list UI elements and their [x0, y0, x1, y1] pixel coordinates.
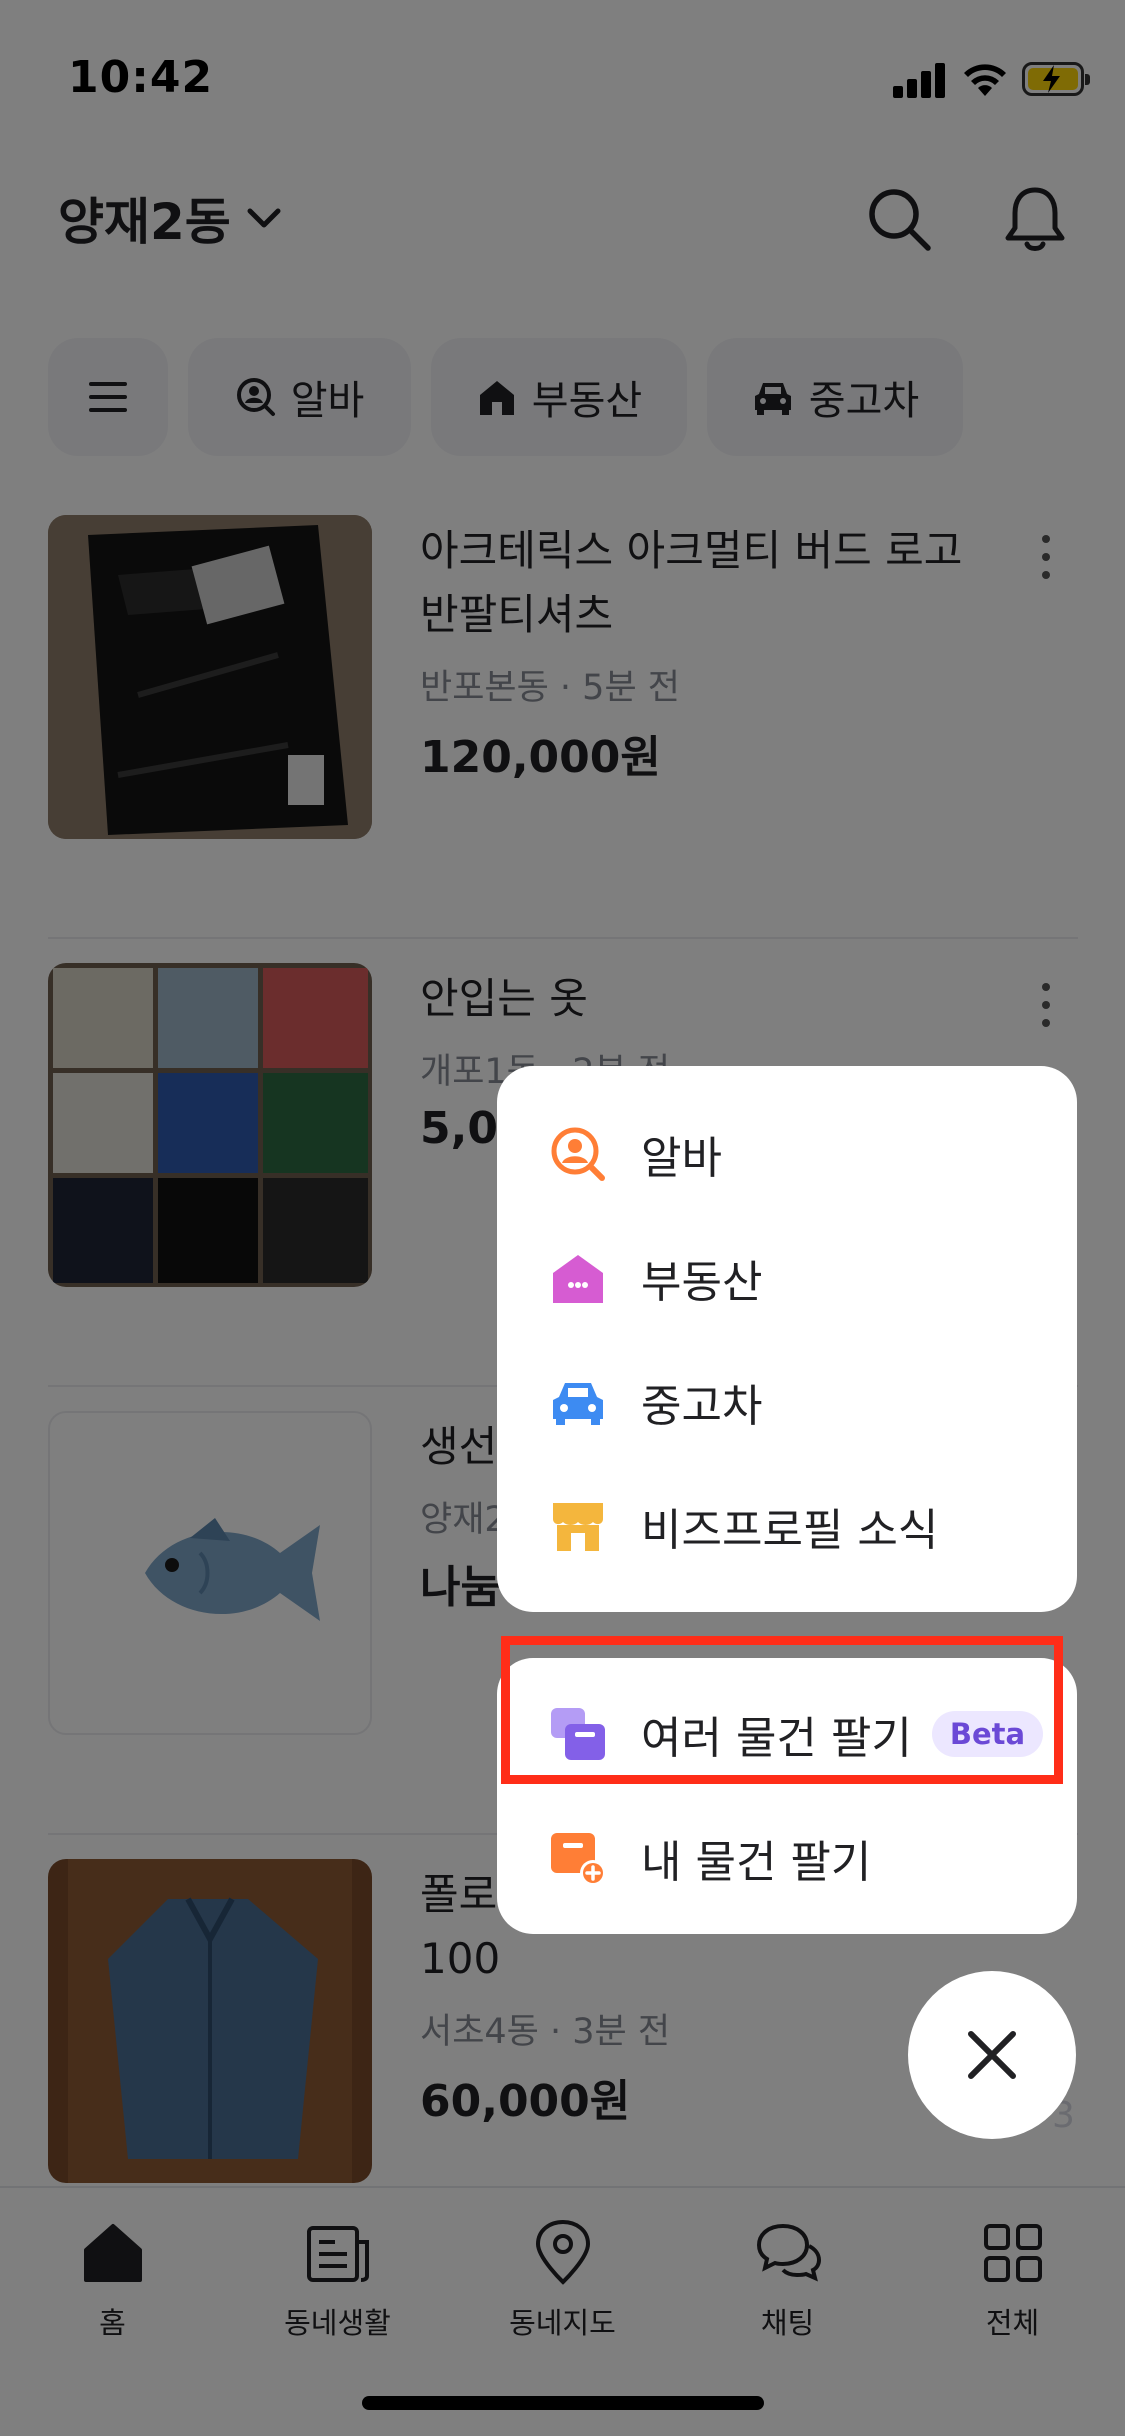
person-search-icon [551, 1127, 605, 1181]
store-icon [553, 1503, 603, 1551]
car-icon [553, 1383, 603, 1425]
house-icon [553, 1255, 603, 1303]
menu-item-usedcar[interactable]: 중고차 [497, 1340, 1077, 1464]
menu-item-bizprofile[interactable]: 비즈프로필 소식 [497, 1464, 1077, 1588]
close-icon [968, 2031, 1016, 2079]
menu-label: 중고차 [641, 1381, 763, 1432]
add-item-icon [551, 1833, 606, 1886]
menu-item-alba[interactable]: 알바 [497, 1092, 1077, 1216]
category-menu: 알바 부동산 중고차 비즈프로필 소식 [497, 1066, 1077, 1612]
menu-label: 부동산 [641, 1257, 763, 1308]
close-fab-button[interactable] [908, 1971, 1076, 2139]
menu-item-sell-mine[interactable]: 내 물건 팔기 [497, 1796, 1077, 1920]
menu-label: 내 물건 팔기 [641, 1837, 872, 1888]
menu-item-realestate[interactable]: 부동산 [497, 1216, 1077, 1340]
menu-label: 알바 [641, 1133, 722, 1184]
menu-label: 비즈프로필 소식 [641, 1505, 939, 1556]
highlight-box [501, 1636, 1063, 1784]
